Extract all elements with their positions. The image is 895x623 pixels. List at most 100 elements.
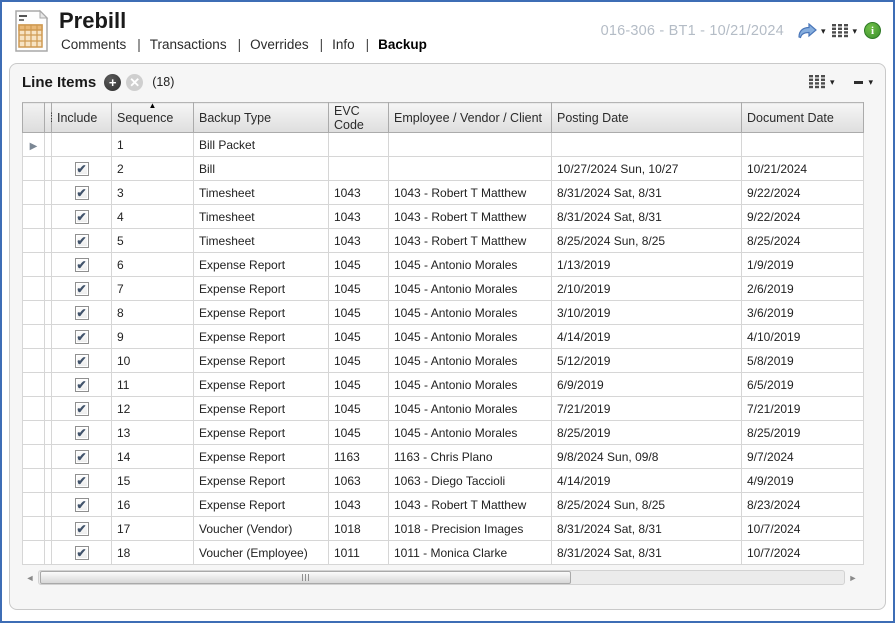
include-checkbox[interactable]: ✔ — [75, 522, 89, 536]
table-row[interactable]: ✔ 13 Expense Report 1045 1045 - Antonio … — [23, 421, 864, 445]
include-checkbox[interactable]: ✔ — [75, 450, 89, 464]
employee-vendor-client-cell[interactable]: 1045 - Antonio Morales — [389, 277, 552, 301]
tab-overrides[interactable]: Overrides — [248, 37, 311, 52]
column-chooser-button[interactable]: ▾ — [832, 24, 857, 38]
document-date-cell[interactable]: 7/21/2019 — [742, 397, 864, 421]
include-checkbox[interactable]: ✔ — [75, 258, 89, 272]
include-checkbox[interactable]: ✔ — [75, 234, 89, 248]
posting-date-cell[interactable]: 1/13/2019 — [552, 253, 742, 277]
posting-date-cell[interactable]: 8/31/2024 Sat, 8/31 — [552, 541, 742, 565]
employee-vendor-client-cell[interactable]: 1045 - Antonio Morales — [389, 373, 552, 397]
table-row[interactable]: ✔ 2 Bill 10/27/2024 Sun, 10/27 10/21/202… — [23, 157, 864, 181]
include-checkbox[interactable]: ✔ — [75, 498, 89, 512]
include-cell[interactable]: ✔ — [52, 181, 112, 205]
evc-code-cell[interactable]: 1011 — [329, 541, 389, 565]
include-cell[interactable]: ✔ — [52, 469, 112, 493]
table-row[interactable]: ✔ 6 Expense Report 1045 1045 - Antonio M… — [23, 253, 864, 277]
remove-line-item-button[interactable]: ✕ — [126, 74, 143, 91]
backup-type-cell[interactable]: Expense Report — [194, 373, 329, 397]
posting-date-cell[interactable]: 10/27/2024 Sun, 10/27 — [552, 157, 742, 181]
sequence-cell[interactable]: 4 — [112, 205, 194, 229]
backup-type-cell[interactable]: Expense Report — [194, 397, 329, 421]
evc-code-cell[interactable]: 1018 — [329, 517, 389, 541]
include-cell[interactable]: ✔ — [52, 349, 112, 373]
sequence-cell[interactable]: 15 — [112, 469, 194, 493]
chevron-down-icon[interactable]: ▾ — [868, 77, 873, 87]
employee-vendor-client-cell[interactable]: 1045 - Antonio Morales — [389, 301, 552, 325]
include-checkbox[interactable]: ✔ — [75, 402, 89, 416]
backup-type-cell[interactable]: Bill — [194, 157, 329, 181]
posting-date-cell[interactable]: 7/21/2019 — [552, 397, 742, 421]
sequence-cell[interactable]: 18 — [112, 541, 194, 565]
row-selector-cell[interactable] — [23, 445, 45, 469]
document-date-cell[interactable]: 10/7/2024 — [742, 517, 864, 541]
table-row[interactable]: ✔ 18 Voucher (Employee) 1011 1011 - Moni… — [23, 541, 864, 565]
sequence-cell[interactable]: 11 — [112, 373, 194, 397]
evc-code-cell[interactable]: 1043 — [329, 181, 389, 205]
evc-code-cell[interactable]: 1045 — [329, 253, 389, 277]
backup-type-cell[interactable]: Expense Report — [194, 253, 329, 277]
posting-date-cell[interactable]: 2/10/2019 — [552, 277, 742, 301]
evc-code-cell[interactable]: 1045 — [329, 373, 389, 397]
evc-code-cell[interactable]: 1043 — [329, 205, 389, 229]
include-cell[interactable] — [52, 133, 112, 157]
sequence-cell[interactable]: 6 — [112, 253, 194, 277]
row-selector-cell[interactable] — [23, 349, 45, 373]
tab-transactions[interactable]: Transactions — [148, 37, 229, 52]
row-selector-cell[interactable] — [23, 277, 45, 301]
document-date-cell[interactable]: 9/22/2024 — [742, 205, 864, 229]
table-row[interactable]: ✔ 12 Expense Report 1045 1045 - Antonio … — [23, 397, 864, 421]
row-selector-cell[interactable] — [23, 301, 45, 325]
column-header-evc-code[interactable]: EVC Code — [329, 103, 389, 133]
posting-date-cell[interactable]: 4/14/2019 — [552, 325, 742, 349]
document-date-cell[interactable]: 1/9/2019 — [742, 253, 864, 277]
document-date-cell[interactable]: 8/25/2024 — [742, 229, 864, 253]
navigate-button[interactable]: ▾ — [797, 23, 826, 39]
document-date-cell[interactable]: 4/10/2019 — [742, 325, 864, 349]
backup-type-cell[interactable]: Expense Report — [194, 325, 329, 349]
tab-info[interactable]: Info — [330, 37, 357, 52]
include-checkbox[interactable]: ✔ — [75, 426, 89, 440]
info-icon[interactable]: i — [864, 22, 881, 39]
posting-date-cell[interactable]: 8/31/2024 Sat, 8/31 — [552, 517, 742, 541]
column-header-posting-date[interactable]: Posting Date — [552, 103, 742, 133]
include-checkbox[interactable]: ✔ — [75, 354, 89, 368]
chevron-down-icon[interactable]: ▾ — [830, 77, 835, 87]
include-checkbox[interactable]: ✔ — [75, 378, 89, 392]
document-date-cell[interactable]: 9/7/2024 — [742, 445, 864, 469]
sequence-cell[interactable]: 16 — [112, 493, 194, 517]
row-selector-cell[interactable] — [23, 493, 45, 517]
posting-date-cell[interactable]: 8/25/2024 Sun, 8/25 — [552, 493, 742, 517]
scroll-right-icon[interactable]: ► — [845, 569, 861, 586]
sequence-cell[interactable]: 14 — [112, 445, 194, 469]
posting-date-cell[interactable]: 8/31/2024 Sat, 8/31 — [552, 181, 742, 205]
include-cell[interactable]: ✔ — [52, 517, 112, 541]
backup-type-cell[interactable]: Expense Report — [194, 421, 329, 445]
table-row[interactable]: ✔ 8 Expense Report 1045 1045 - Antonio M… — [23, 301, 864, 325]
row-selector-cell[interactable]: ▶ — [23, 133, 45, 157]
backup-type-cell[interactable]: Timesheet — [194, 181, 329, 205]
row-selector-cell[interactable] — [23, 397, 45, 421]
table-row[interactable]: ✔ 9 Expense Report 1045 1045 - Antonio M… — [23, 325, 864, 349]
document-date-cell[interactable]: 9/22/2024 — [742, 181, 864, 205]
backup-type-cell[interactable]: Voucher (Vendor) — [194, 517, 329, 541]
horizontal-scrollbar[interactable]: ◄ ► — [22, 569, 861, 586]
include-cell[interactable]: ✔ — [52, 253, 112, 277]
table-row[interactable]: ✔ 11 Expense Report 1045 1045 - Antonio … — [23, 373, 864, 397]
evc-code-cell[interactable] — [329, 133, 389, 157]
column-header-document-date[interactable]: Document Date — [742, 103, 864, 133]
include-cell[interactable]: ✔ — [52, 421, 112, 445]
scroll-left-icon[interactable]: ◄ — [22, 569, 38, 586]
table-row[interactable]: ▶ 1 Bill Packet — [23, 133, 864, 157]
include-checkbox[interactable]: ✔ — [75, 306, 89, 320]
posting-date-cell[interactable] — [552, 133, 742, 157]
row-selector-cell[interactable] — [23, 325, 45, 349]
include-cell[interactable]: ✔ — [52, 493, 112, 517]
include-cell[interactable]: ✔ — [52, 205, 112, 229]
posting-date-cell[interactable]: 9/8/2024 Sun, 09/8 — [552, 445, 742, 469]
tab-backup[interactable]: Backup — [376, 37, 429, 52]
column-header-include[interactable]: Include — [52, 103, 112, 133]
employee-vendor-client-cell[interactable]: 1045 - Antonio Morales — [389, 325, 552, 349]
include-cell[interactable]: ✔ — [52, 277, 112, 301]
scrollbar-track[interactable] — [38, 570, 845, 585]
